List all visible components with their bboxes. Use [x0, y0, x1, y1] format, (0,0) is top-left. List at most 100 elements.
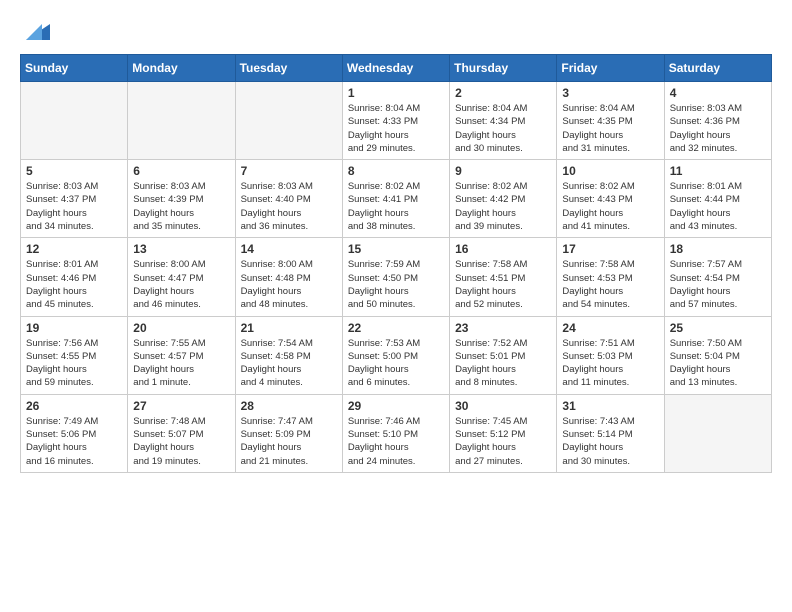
day-info: Sunrise: 8:04 AMSunset: 4:35 PMDaylight … — [562, 102, 658, 155]
day-cell-empty-0-0 — [21, 82, 128, 160]
day-number: 3 — [562, 86, 658, 100]
day-number: 11 — [670, 164, 766, 178]
day-cell-3: 3 Sunrise: 8:04 AMSunset: 4:35 PMDaylight… — [557, 82, 664, 160]
day-info: Sunrise: 8:02 AMSunset: 4:42 PMDaylight … — [455, 180, 551, 233]
day-info: Sunrise: 8:03 AMSunset: 4:39 PMDaylight … — [133, 180, 229, 233]
day-cell-5: 5 Sunrise: 8:03 AMSunset: 4:37 PMDaylight… — [21, 160, 128, 238]
day-info: Sunrise: 8:00 AMSunset: 4:47 PMDaylight … — [133, 258, 229, 311]
day-cell-15: 15Sunrise: 7:59 AMSunset: 4:50 PMDayligh… — [342, 238, 449, 316]
day-info: Sunrise: 7:52 AMSunset: 5:01 PMDaylight … — [455, 337, 551, 390]
day-number: 30 — [455, 399, 551, 413]
day-info: Sunrise: 7:58 AMSunset: 4:51 PMDaylight … — [455, 258, 551, 311]
day-cell-18: 18Sunrise: 7:57 AMSunset: 4:54 PMDayligh… — [664, 238, 771, 316]
day-cell-26: 26Sunrise: 7:49 AMSunset: 5:06 PMDayligh… — [21, 394, 128, 472]
week-row-1: 1Sunrise: 8:04 AMSunset: 4:33 PMDaylight… — [21, 82, 772, 160]
week-row-5: 26Sunrise: 7:49 AMSunset: 5:06 PMDayligh… — [21, 394, 772, 472]
day-number: 20 — [133, 321, 229, 335]
day-number: 29 — [348, 399, 444, 413]
day-number: 28 — [241, 399, 337, 413]
day-info: Sunrise: 7:46 AMSunset: 5:10 PMDaylight … — [348, 415, 444, 468]
day-number: 2 — [455, 86, 551, 100]
day-number: 7 — [241, 164, 337, 178]
day-cell-empty-0-1 — [128, 82, 235, 160]
day-number: 16 — [455, 242, 551, 256]
day-number: 6 — [133, 164, 229, 178]
day-info: Sunrise: 8:00 AMSunset: 4:48 PMDaylight … — [241, 258, 337, 311]
day-cell-16: 16 Sunrise: 7:58 AMSunset: 4:51 PMDayligh… — [450, 238, 557, 316]
day-number: 1 — [348, 86, 444, 100]
day-number: 12 — [26, 242, 122, 256]
day-cell-31: 31 Sunrise: 7:43 AMSunset: 5:14 PMDayligh… — [557, 394, 664, 472]
logo-icon — [22, 16, 50, 44]
day-cell-30: 30 Sunrise: 7:45 AMSunset: 5:12 PMDayligh… — [450, 394, 557, 472]
day-number: 5 — [26, 164, 122, 178]
day-info: Sunrise: 8:02 AMSunset: 4:41 PMDaylight … — [348, 180, 444, 233]
day-info: Sunrise: 8:03 AMSunset: 4:37 PMDaylight … — [26, 180, 122, 233]
weekday-header-monday: Monday — [128, 55, 235, 82]
week-row-4: 19 Sunrise: 7:56 AMSunset: 4:55 PMDayligh… — [21, 316, 772, 394]
day-cell-25: 25 Sunrise: 7:50 AMSunset: 5:04 PMDayligh… — [664, 316, 771, 394]
day-cell-12: 12 Sunrise: 8:01 AMSunset: 4:46 PMDayligh… — [21, 238, 128, 316]
day-info: Sunrise: 7:55 AMSunset: 4:57 PMDaylight … — [133, 337, 229, 390]
day-info: Sunrise: 7:47 AMSunset: 5:09 PMDaylight … — [241, 415, 337, 468]
calendar: SundayMondayTuesdayWednesdayThursdayFrid… — [20, 54, 772, 473]
day-cell-6: 6 Sunrise: 8:03 AMSunset: 4:39 PMDaylight… — [128, 160, 235, 238]
day-number: 26 — [26, 399, 122, 413]
day-cell-1: 1Sunrise: 8:04 AMSunset: 4:33 PMDaylight… — [342, 82, 449, 160]
day-cell-13: 13 Sunrise: 8:00 AMSunset: 4:47 PMDayligh… — [128, 238, 235, 316]
page: SundayMondayTuesdayWednesdayThursdayFrid… — [0, 0, 792, 612]
day-cell-27: 27 Sunrise: 7:48 AMSunset: 5:07 PMDayligh… — [128, 394, 235, 472]
day-cell-11: 11Sunrise: 8:01 AMSunset: 4:44 PMDayligh… — [664, 160, 771, 238]
day-number: 27 — [133, 399, 229, 413]
weekday-header-friday: Friday — [557, 55, 664, 82]
day-cell-24: 24 Sunrise: 7:51 AMSunset: 5:03 PMDayligh… — [557, 316, 664, 394]
day-info: Sunrise: 7:51 AMSunset: 5:03 PMDaylight … — [562, 337, 658, 390]
day-number: 10 — [562, 164, 658, 178]
day-cell-8: 8 Sunrise: 8:02 AMSunset: 4:41 PMDaylight… — [342, 160, 449, 238]
day-number: 4 — [670, 86, 766, 100]
day-cell-7: 7 Sunrise: 8:03 AMSunset: 4:40 PMDaylight… — [235, 160, 342, 238]
day-cell-2: 2 Sunrise: 8:04 AMSunset: 4:34 PMDaylight… — [450, 82, 557, 160]
day-number: 15 — [348, 242, 444, 256]
weekday-header-wednesday: Wednesday — [342, 55, 449, 82]
day-cell-21: 21 Sunrise: 7:54 AMSunset: 4:58 PMDayligh… — [235, 316, 342, 394]
day-number: 31 — [562, 399, 658, 413]
day-number: 21 — [241, 321, 337, 335]
logo — [20, 16, 50, 44]
weekday-header-sunday: Sunday — [21, 55, 128, 82]
weekday-header-row: SundayMondayTuesdayWednesdayThursdayFrid… — [21, 55, 772, 82]
day-number: 24 — [562, 321, 658, 335]
weekday-header-tuesday: Tuesday — [235, 55, 342, 82]
day-cell-14: 14 Sunrise: 8:00 AMSunset: 4:48 PMDayligh… — [235, 238, 342, 316]
day-number: 22 — [348, 321, 444, 335]
day-number: 13 — [133, 242, 229, 256]
day-info: Sunrise: 8:03 AMSunset: 4:40 PMDaylight … — [241, 180, 337, 233]
day-number: 14 — [241, 242, 337, 256]
day-info: Sunrise: 7:43 AMSunset: 5:14 PMDaylight … — [562, 415, 658, 468]
day-cell-10: 10 Sunrise: 8:02 AMSunset: 4:43 PMDayligh… — [557, 160, 664, 238]
day-cell-9: 9 Sunrise: 8:02 AMSunset: 4:42 PMDaylight… — [450, 160, 557, 238]
day-info: Sunrise: 7:58 AMSunset: 4:53 PMDaylight … — [562, 258, 658, 311]
week-row-2: 5 Sunrise: 8:03 AMSunset: 4:37 PMDaylight… — [21, 160, 772, 238]
day-number: 19 — [26, 321, 122, 335]
day-number: 9 — [455, 164, 551, 178]
day-info: Sunrise: 7:48 AMSunset: 5:07 PMDaylight … — [133, 415, 229, 468]
day-info: Sunrise: 7:45 AMSunset: 5:12 PMDaylight … — [455, 415, 551, 468]
day-info: Sunrise: 8:01 AMSunset: 4:46 PMDaylight … — [26, 258, 122, 311]
day-info: Sunrise: 7:53 AMSunset: 5:00 PMDaylight … — [348, 337, 444, 390]
day-cell-empty-4-6 — [664, 394, 771, 472]
day-info: Sunrise: 7:56 AMSunset: 4:55 PMDaylight … — [26, 337, 122, 390]
day-cell-empty-0-2 — [235, 82, 342, 160]
day-cell-20: 20 Sunrise: 7:55 AMSunset: 4:57 PMDayligh… — [128, 316, 235, 394]
week-row-3: 12 Sunrise: 8:01 AMSunset: 4:46 PMDayligh… — [21, 238, 772, 316]
day-info: Sunrise: 8:02 AMSunset: 4:43 PMDaylight … — [562, 180, 658, 233]
day-cell-23: 23Sunrise: 7:52 AMSunset: 5:01 PMDayligh… — [450, 316, 557, 394]
day-info: Sunrise: 7:54 AMSunset: 4:58 PMDaylight … — [241, 337, 337, 390]
day-cell-28: 28 Sunrise: 7:47 AMSunset: 5:09 PMDayligh… — [235, 394, 342, 472]
day-number: 25 — [670, 321, 766, 335]
day-cell-4: 4Sunrise: 8:03 AMSunset: 4:36 PMDaylight… — [664, 82, 771, 160]
day-info: Sunrise: 8:04 AMSunset: 4:34 PMDaylight … — [455, 102, 551, 155]
weekday-header-thursday: Thursday — [450, 55, 557, 82]
day-info: Sunrise: 7:50 AMSunset: 5:04 PMDaylight … — [670, 337, 766, 390]
day-number: 8 — [348, 164, 444, 178]
